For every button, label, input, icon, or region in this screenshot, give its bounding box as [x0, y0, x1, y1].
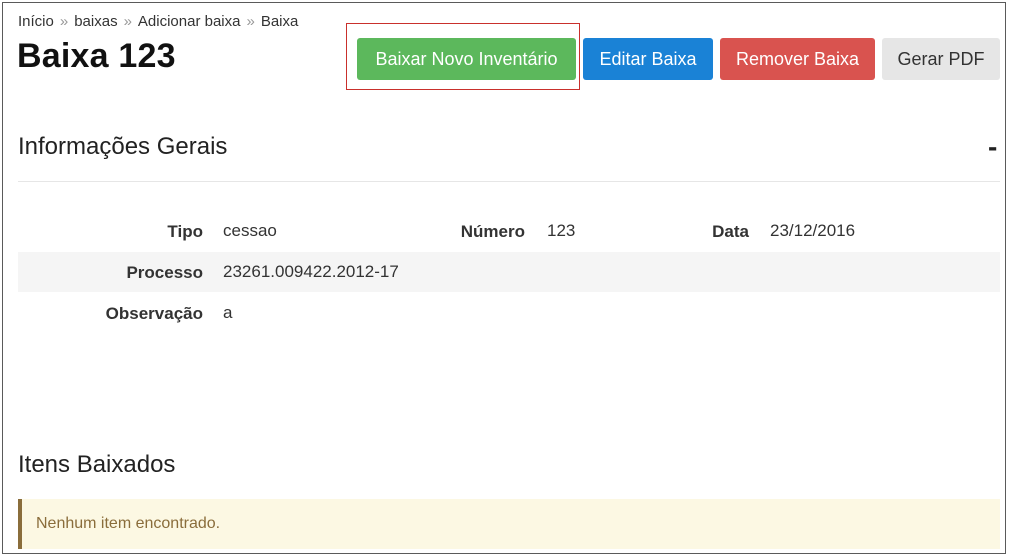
field-label-tipo: Tipo — [167, 222, 203, 241]
field-label-data: Data — [712, 222, 749, 241]
breadcrumb-item-inicio[interactable]: Início — [18, 13, 54, 30]
info-row: Tipo cessao Número 123 Data 23/12/2016 — [18, 211, 1000, 251]
items-section-title: Itens Baixados — [18, 451, 176, 478]
breadcrumb-item-baixas[interactable]: baixas — [74, 13, 117, 30]
breadcrumb: Início » baixas » Adicionar baixa » Baixa — [18, 13, 298, 30]
page-title: Baixa 123 — [17, 37, 176, 75]
field-value-data: 23/12/2016 — [770, 221, 856, 240]
edit-button[interactable]: Editar Baixa — [583, 38, 713, 80]
general-info-title: Informações Gerais — [18, 133, 228, 160]
field-value-tipo: cessao — [223, 221, 277, 240]
info-row: Observação a — [18, 293, 1000, 333]
divider — [18, 181, 1000, 182]
field-label-processo: Processo — [126, 263, 203, 282]
field-value-numero: 123 — [547, 221, 576, 240]
field-label-observacao: Observação — [105, 304, 203, 323]
breadcrumb-separator: » — [123, 13, 132, 30]
page-frame: Início » baixas » Adicionar baixa » Baixa Baix… — [2, 2, 1006, 554]
breadcrumb-separator: » — [246, 13, 255, 30]
breadcrumb-item-adicionar-baixa[interactable]: Adicionar baixa — [138, 13, 241, 30]
remove-button[interactable]: Remover Baixa — [720, 38, 875, 80]
field-value-observacao: a — [223, 303, 233, 322]
breadcrumb-separator: » — [59, 13, 69, 30]
generate-pdf-button[interactable]: Gerar PDF — [882, 38, 1000, 80]
info-row: Processo 23261.009422.2012-17 — [18, 252, 1000, 292]
breadcrumb-item-current: Baixa — [260, 13, 299, 30]
new-inventory-button[interactable]: Baixar Novo Inventário — [357, 38, 576, 80]
field-value-processo: 23261.009422.2012-17 — [223, 262, 399, 281]
collapse-toggle[interactable]: - — [988, 131, 997, 163]
empty-items-alert: Nenhum item encontrado. — [18, 499, 1000, 549]
field-label-numero: Número — [460, 222, 525, 241]
